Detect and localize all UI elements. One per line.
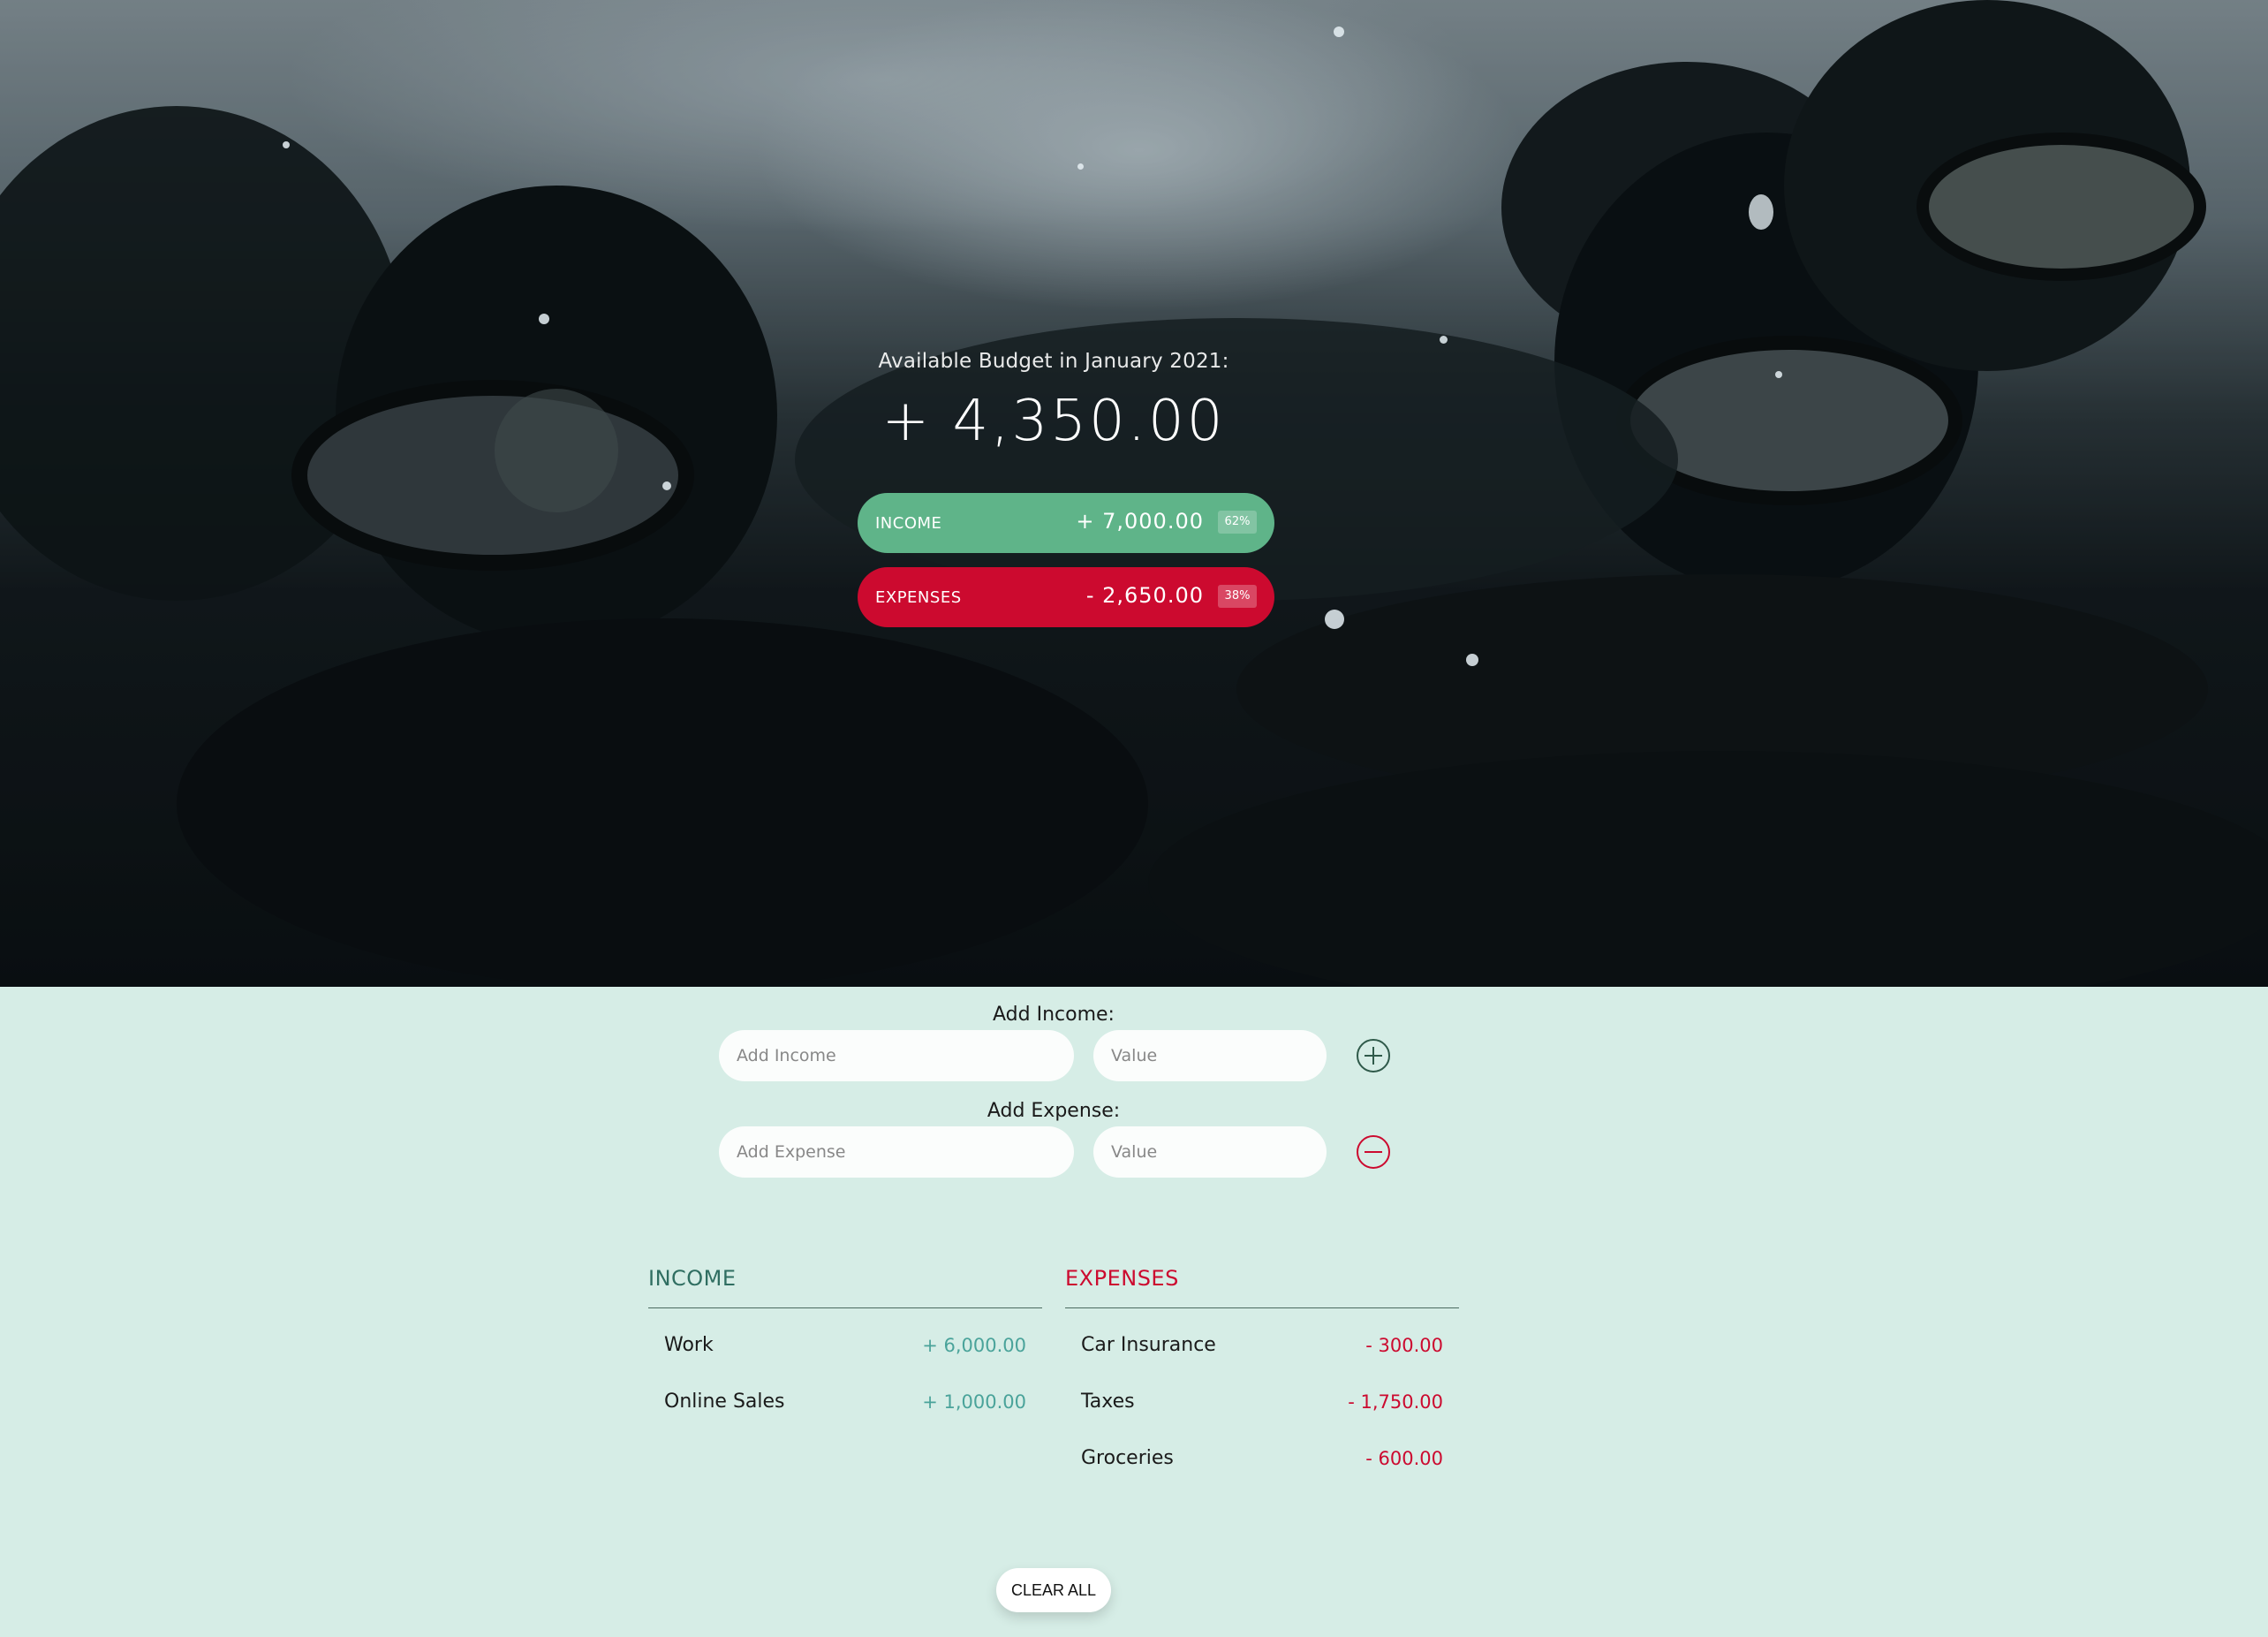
item-value: - 1,750.00 <box>1348 1391 1443 1413</box>
item-description: Taxes <box>1081 1391 1135 1413</box>
add-income-label: Add Income: <box>993 1004 1115 1026</box>
clear-all-button[interactable]: CLEAR ALL <box>996 1568 1111 1612</box>
budget-title: Available Budget in January 2021: <box>878 350 1229 373</box>
list-item[interactable]: Taxes - 1,750.00 <box>1065 1374 1459 1430</box>
expense-description-input[interactable] <box>719 1126 1074 1178</box>
income-list: INCOME Work + 6,000.00 Online Sales + 1,… <box>648 1263 1042 1430</box>
budget-expenses-value: - 2,650.00 <box>1085 583 1204 608</box>
budget-expenses-label: EXPENSES <box>875 588 962 607</box>
budget-income-value: + 7,000.00 <box>1076 509 1204 534</box>
income-list-title: INCOME <box>648 1263 1042 1308</box>
item-description: Car Insurance <box>1081 1334 1216 1356</box>
list-item[interactable]: Work + 6,000.00 <box>648 1317 1042 1374</box>
item-description: Online Sales <box>664 1391 785 1413</box>
minus-icon <box>1365 1151 1382 1153</box>
expense-list: EXPENSES Car Insurance - 300.00 Taxes - … <box>1065 1263 1459 1487</box>
item-value: + 6,000.00 <box>922 1335 1026 1356</box>
list-item[interactable]: Car Insurance - 300.00 <box>1065 1317 1459 1374</box>
item-description: Groceries <box>1081 1447 1174 1469</box>
budget-income-summary: INCOME + 7,000.00 62% <box>858 493 1274 553</box>
budget-income-label: INCOME <box>875 514 942 533</box>
income-value-input[interactable] <box>1093 1030 1327 1081</box>
budget-expenses-percentage: 38% <box>1218 585 1257 608</box>
expense-list-title: EXPENSES <box>1065 1263 1459 1308</box>
budget-expenses-summary: EXPENSES - 2,650.00 38% <box>858 567 1274 627</box>
expense-value-input[interactable] <box>1093 1126 1327 1178</box>
item-value: - 600.00 <box>1365 1448 1443 1469</box>
item-value: + 1,000.00 <box>922 1391 1026 1413</box>
income-description-input[interactable] <box>719 1030 1074 1081</box>
item-description: Work <box>664 1334 714 1356</box>
list-item[interactable]: Online Sales + 1,000.00 <box>648 1374 1042 1430</box>
budget-income-percentage: 62% <box>1218 511 1257 534</box>
add-income-button[interactable] <box>1357 1039 1390 1072</box>
item-value: - 300.00 <box>1365 1335 1443 1356</box>
add-expense-label: Add Expense: <box>987 1100 1121 1122</box>
add-expense-button[interactable] <box>1357 1135 1390 1169</box>
budget-value: + 4,350.00 <box>881 389 1226 454</box>
list-item[interactable]: Groceries - 600.00 <box>1065 1430 1459 1487</box>
